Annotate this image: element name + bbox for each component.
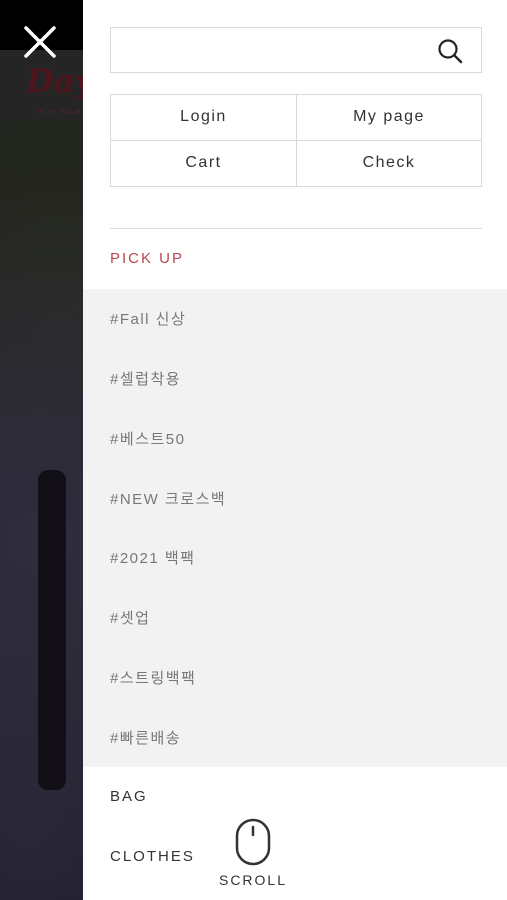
tag-item[interactable]: #스트링백팩 (83, 648, 507, 708)
close-menu-button[interactable] (20, 22, 60, 62)
scroll-hint: SCROLL (213, 818, 293, 888)
side-menu-drawer: Login My page Cart Check PICK UP #Fall 신… (83, 0, 507, 900)
search-icon[interactable] (437, 38, 463, 64)
search-input[interactable] (111, 28, 431, 72)
mouse-icon (235, 818, 271, 866)
account-links: Login My page Cart Check (110, 94, 482, 187)
tag-item[interactable]: #2021 백팩 (83, 528, 507, 588)
cart-button[interactable]: Cart (111, 141, 296, 187)
scroll-label: SCROLL (218, 872, 288, 888)
tag-item[interactable]: #빠른배송 (83, 707, 507, 767)
login-button[interactable]: Login (111, 95, 296, 141)
pickup-title: PICK UP (110, 250, 185, 267)
search-box (110, 27, 482, 73)
tag-item[interactable]: #NEW 크로스백 (83, 468, 507, 528)
pickup-tag-list: #Fall 신상 #셀럽착용 #베스트50 #NEW 크로스백 #2021 백팩… (83, 289, 507, 767)
tag-item[interactable]: #셋업 (83, 588, 507, 648)
close-icon (24, 26, 56, 58)
tag-item[interactable]: #Fall 신상 (83, 289, 507, 349)
category-item-clothes[interactable]: CLOTHES (110, 848, 195, 865)
tag-item[interactable]: #셀럽착용 (83, 349, 507, 409)
divider (110, 228, 482, 229)
tag-item[interactable]: #베스트50 (83, 409, 507, 469)
category-item-bag[interactable]: BAG (110, 788, 148, 805)
check-button[interactable]: Check (296, 140, 481, 186)
my-page-button[interactable]: My page (296, 95, 481, 141)
